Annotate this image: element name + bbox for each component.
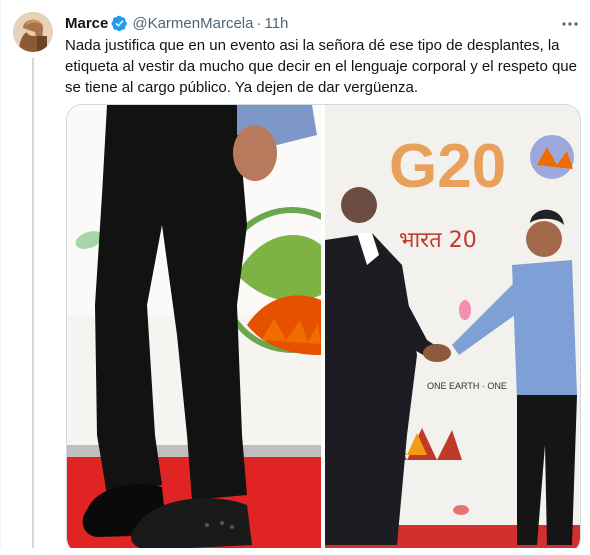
right-photo: G20 भारत 20 ONE EARTH · ONE [325,105,580,553]
hindi-text: भारत 20 [399,228,477,253]
tweet-header: Marce @KarmenMarcela · 11h [65,13,288,33]
separator-dot: · [256,14,262,32]
avatar-image [13,12,53,52]
g20-logo-text: G20 [389,132,506,201]
crop-edge [0,548,590,555]
slogan-text: ONE EARTH · ONE [427,381,507,391]
tweet-text: Nada justifica que en un evento asi la s… [65,37,577,96]
more-options-icon[interactable] [560,14,580,34]
left-border [0,0,1,555]
media-photos: G20 भारत 20 ONE EARTH · ONE [67,105,580,553]
avatar[interactable] [13,12,53,52]
author-name[interactable]: Marce [65,15,108,32]
left-photo [67,105,365,553]
thread-line [32,58,34,555]
author-handle[interactable]: @KarmenMarcela [132,15,253,32]
timestamp[interactable]: 11h [264,15,288,32]
media-container[interactable]: G20 भारत 20 ONE EARTH · ONE [66,104,581,554]
verified-badge-icon [111,15,128,31]
